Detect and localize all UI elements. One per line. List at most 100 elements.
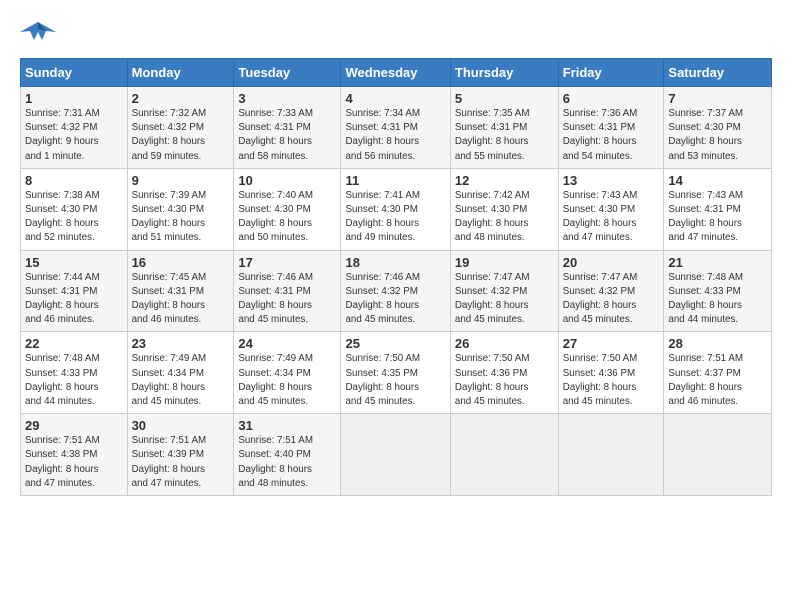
day-number: 16 [132, 255, 230, 270]
day-info: Sunrise: 7:35 AMSunset: 4:31 PMDaylight:… [455, 107, 554, 164]
calendar-cell: 21Sunrise: 7:48 AMSunset: 4:33 PMDayligh… [664, 250, 772, 332]
day-header-monday: Monday [127, 59, 234, 87]
day-number: 15 [25, 255, 123, 270]
day-number: 19 [455, 255, 554, 270]
day-number: 2 [132, 91, 230, 106]
day-number: 26 [455, 336, 554, 351]
day-info: Sunrise: 7:33 AMSunset: 4:31 PMDaylight:… [238, 107, 336, 164]
calendar-cell: 27Sunrise: 7:50 AMSunset: 4:36 PMDayligh… [558, 332, 664, 414]
day-info: Sunrise: 7:44 AMSunset: 4:31 PMDaylight:… [25, 271, 123, 328]
calendar-cell: 4Sunrise: 7:34 AMSunset: 4:31 PMDaylight… [341, 87, 450, 169]
day-number: 18 [345, 255, 445, 270]
calendar-cell: 6Sunrise: 7:36 AMSunset: 4:31 PMDaylight… [558, 87, 664, 169]
day-info: Sunrise: 7:47 AMSunset: 4:32 PMDaylight:… [563, 271, 660, 328]
day-number: 11 [345, 173, 445, 188]
calendar-cell: 3Sunrise: 7:33 AMSunset: 4:31 PMDaylight… [234, 87, 341, 169]
day-number: 31 [238, 418, 336, 433]
calendar-cell: 20Sunrise: 7:47 AMSunset: 4:32 PMDayligh… [558, 250, 664, 332]
day-header-friday: Friday [558, 59, 664, 87]
calendar-cell [341, 414, 450, 496]
calendar-cell: 26Sunrise: 7:50 AMSunset: 4:36 PMDayligh… [450, 332, 558, 414]
day-info: Sunrise: 7:41 AMSunset: 4:30 PMDaylight:… [345, 189, 445, 246]
logo-bird-icon [20, 18, 56, 48]
day-number: 28 [668, 336, 767, 351]
calendar-header-row: SundayMondayTuesdayWednesdayThursdayFrid… [21, 59, 772, 87]
page: SundayMondayTuesdayWednesdayThursdayFrid… [0, 0, 792, 612]
logo [20, 18, 60, 48]
day-info: Sunrise: 7:46 AMSunset: 4:31 PMDaylight:… [238, 271, 336, 328]
day-info: Sunrise: 7:31 AMSunset: 4:32 PMDaylight:… [25, 107, 123, 164]
calendar-week-row: 29Sunrise: 7:51 AMSunset: 4:38 PMDayligh… [21, 414, 772, 496]
day-number: 17 [238, 255, 336, 270]
calendar-cell: 25Sunrise: 7:50 AMSunset: 4:35 PMDayligh… [341, 332, 450, 414]
day-info: Sunrise: 7:46 AMSunset: 4:32 PMDaylight:… [345, 271, 445, 328]
day-info: Sunrise: 7:49 AMSunset: 4:34 PMDaylight:… [238, 352, 336, 409]
day-header-thursday: Thursday [450, 59, 558, 87]
calendar-cell: 22Sunrise: 7:48 AMSunset: 4:33 PMDayligh… [21, 332, 128, 414]
day-info: Sunrise: 7:34 AMSunset: 4:31 PMDaylight:… [345, 107, 445, 164]
day-info: Sunrise: 7:32 AMSunset: 4:32 PMDaylight:… [132, 107, 230, 164]
day-info: Sunrise: 7:49 AMSunset: 4:34 PMDaylight:… [132, 352, 230, 409]
day-number: 6 [563, 91, 660, 106]
calendar-week-row: 15Sunrise: 7:44 AMSunset: 4:31 PMDayligh… [21, 250, 772, 332]
calendar-cell: 19Sunrise: 7:47 AMSunset: 4:32 PMDayligh… [450, 250, 558, 332]
day-number: 14 [668, 173, 767, 188]
day-number: 4 [345, 91, 445, 106]
day-number: 5 [455, 91, 554, 106]
day-info: Sunrise: 7:40 AMSunset: 4:30 PMDaylight:… [238, 189, 336, 246]
calendar-cell [558, 414, 664, 496]
day-number: 30 [132, 418, 230, 433]
day-info: Sunrise: 7:48 AMSunset: 4:33 PMDaylight:… [25, 352, 123, 409]
day-info: Sunrise: 7:50 AMSunset: 4:35 PMDaylight:… [345, 352, 445, 409]
calendar-cell: 17Sunrise: 7:46 AMSunset: 4:31 PMDayligh… [234, 250, 341, 332]
calendar-cell: 7Sunrise: 7:37 AMSunset: 4:30 PMDaylight… [664, 87, 772, 169]
day-info: Sunrise: 7:38 AMSunset: 4:30 PMDaylight:… [25, 189, 123, 246]
day-info: Sunrise: 7:42 AMSunset: 4:30 PMDaylight:… [455, 189, 554, 246]
day-number: 7 [668, 91, 767, 106]
calendar-cell [450, 414, 558, 496]
day-info: Sunrise: 7:50 AMSunset: 4:36 PMDaylight:… [455, 352, 554, 409]
day-number: 23 [132, 336, 230, 351]
day-info: Sunrise: 7:47 AMSunset: 4:32 PMDaylight:… [455, 271, 554, 328]
day-header-wednesday: Wednesday [341, 59, 450, 87]
day-number: 12 [455, 173, 554, 188]
calendar-cell: 30Sunrise: 7:51 AMSunset: 4:39 PMDayligh… [127, 414, 234, 496]
day-info: Sunrise: 7:39 AMSunset: 4:30 PMDaylight:… [132, 189, 230, 246]
day-number: 10 [238, 173, 336, 188]
calendar-cell [664, 414, 772, 496]
day-info: Sunrise: 7:45 AMSunset: 4:31 PMDaylight:… [132, 271, 230, 328]
day-info: Sunrise: 7:43 AMSunset: 4:31 PMDaylight:… [668, 189, 767, 246]
day-info: Sunrise: 7:51 AMSunset: 4:39 PMDaylight:… [132, 434, 230, 491]
header [20, 18, 772, 48]
calendar-cell: 14Sunrise: 7:43 AMSunset: 4:31 PMDayligh… [664, 168, 772, 250]
day-info: Sunrise: 7:36 AMSunset: 4:31 PMDaylight:… [563, 107, 660, 164]
calendar-cell: 28Sunrise: 7:51 AMSunset: 4:37 PMDayligh… [664, 332, 772, 414]
calendar-cell: 11Sunrise: 7:41 AMSunset: 4:30 PMDayligh… [341, 168, 450, 250]
day-number: 20 [563, 255, 660, 270]
day-info: Sunrise: 7:51 AMSunset: 4:40 PMDaylight:… [238, 434, 336, 491]
day-info: Sunrise: 7:43 AMSunset: 4:30 PMDaylight:… [563, 189, 660, 246]
day-number: 25 [345, 336, 445, 351]
calendar-cell: 15Sunrise: 7:44 AMSunset: 4:31 PMDayligh… [21, 250, 128, 332]
calendar-week-row: 1Sunrise: 7:31 AMSunset: 4:32 PMDaylight… [21, 87, 772, 169]
calendar-cell: 24Sunrise: 7:49 AMSunset: 4:34 PMDayligh… [234, 332, 341, 414]
day-header-saturday: Saturday [664, 59, 772, 87]
calendar-cell: 1Sunrise: 7:31 AMSunset: 4:32 PMDaylight… [21, 87, 128, 169]
day-number: 3 [238, 91, 336, 106]
calendar-cell: 10Sunrise: 7:40 AMSunset: 4:30 PMDayligh… [234, 168, 341, 250]
calendar-week-row: 22Sunrise: 7:48 AMSunset: 4:33 PMDayligh… [21, 332, 772, 414]
calendar-table: SundayMondayTuesdayWednesdayThursdayFrid… [20, 58, 772, 496]
calendar-week-row: 8Sunrise: 7:38 AMSunset: 4:30 PMDaylight… [21, 168, 772, 250]
day-number: 8 [25, 173, 123, 188]
calendar-cell: 13Sunrise: 7:43 AMSunset: 4:30 PMDayligh… [558, 168, 664, 250]
day-header-sunday: Sunday [21, 59, 128, 87]
day-info: Sunrise: 7:51 AMSunset: 4:37 PMDaylight:… [668, 352, 767, 409]
day-header-tuesday: Tuesday [234, 59, 341, 87]
calendar-cell: 2Sunrise: 7:32 AMSunset: 4:32 PMDaylight… [127, 87, 234, 169]
calendar-cell: 5Sunrise: 7:35 AMSunset: 4:31 PMDaylight… [450, 87, 558, 169]
day-number: 9 [132, 173, 230, 188]
day-number: 21 [668, 255, 767, 270]
day-info: Sunrise: 7:48 AMSunset: 4:33 PMDaylight:… [668, 271, 767, 328]
day-number: 13 [563, 173, 660, 188]
day-info: Sunrise: 7:37 AMSunset: 4:30 PMDaylight:… [668, 107, 767, 164]
